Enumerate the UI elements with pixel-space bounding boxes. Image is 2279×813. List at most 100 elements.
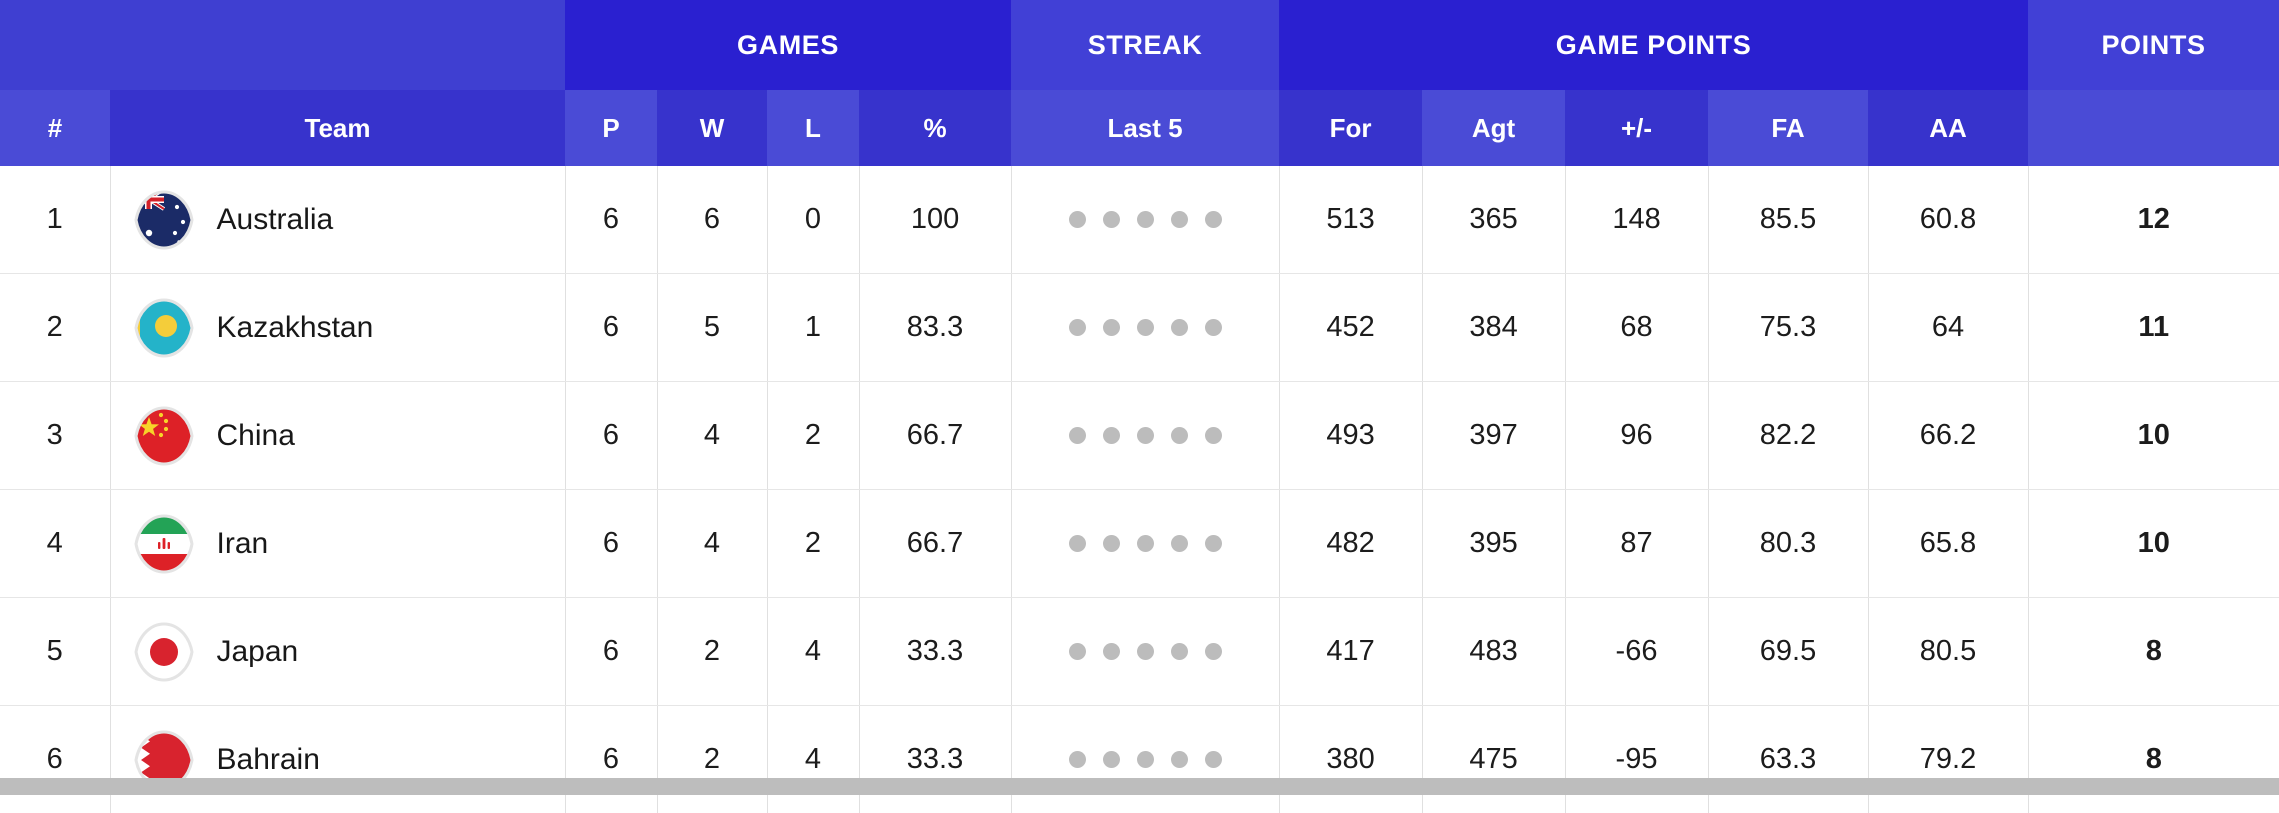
team-name: Australia <box>217 203 334 237</box>
table-row[interactable]: 5 Japan 6 2 4 33.3 417 483 -66 69.5 80.5… <box>0 598 2279 706</box>
streak-dots <box>1012 535 1279 552</box>
cell-points: 12 <box>2028 166 2279 274</box>
cell-aa: 66.2 <box>1868 382 2028 490</box>
table-row[interactable]: 3 China 6 4 2 66.7 493 397 96 82.2 66.2 … <box>0 382 2279 490</box>
streak-dot <box>1205 427 1222 444</box>
streak-dot <box>1137 751 1154 768</box>
flag-japan-icon <box>133 621 195 683</box>
column-header-for[interactable]: For <box>1279 90 1422 166</box>
streak-dot <box>1171 643 1188 660</box>
cell-losses: 2 <box>767 490 859 598</box>
cell-for: 417 <box>1279 598 1422 706</box>
cell-played: 6 <box>565 274 657 382</box>
cell-for: 482 <box>1279 490 1422 598</box>
standings-table: GAMES STREAK GAME POINTS POINTS # Team P… <box>0 0 2279 813</box>
cell-percent: 66.7 <box>859 382 1011 490</box>
streak-dot <box>1137 319 1154 336</box>
column-header-points[interactable] <box>2028 90 2279 166</box>
cell-played: 6 <box>565 382 657 490</box>
column-header-aa[interactable]: AA <box>1868 90 2028 166</box>
cell-plusminus: 87 <box>1565 490 1708 598</box>
streak-dot <box>1171 751 1188 768</box>
standings-table-container: GAMES STREAK GAME POINTS POINTS # Team P… <box>0 0 2279 795</box>
flag-china-icon <box>133 405 195 467</box>
cell-against: 384 <box>1422 274 1565 382</box>
cell-percent: 33.3 <box>859 706 1011 813</box>
cell-fa: 80.3 <box>1708 490 1868 598</box>
column-header-w[interactable]: W <box>657 90 767 166</box>
cell-losses: 4 <box>767 706 859 813</box>
cell-for: 493 <box>1279 382 1422 490</box>
cell-team[interactable]: Bahrain <box>110 706 565 813</box>
cell-plusminus: 68 <box>1565 274 1708 382</box>
cell-last5 <box>1011 598 1279 706</box>
cell-against: 483 <box>1422 598 1565 706</box>
cell-plusminus: 96 <box>1565 382 1708 490</box>
column-header-percent[interactable]: % <box>859 90 1011 166</box>
streak-dot <box>1103 211 1120 228</box>
team-name: Kazakhstan <box>217 311 374 345</box>
streak-dot <box>1137 427 1154 444</box>
cell-team[interactable]: Iran <box>110 490 565 598</box>
cell-rank: 6 <box>0 706 110 813</box>
streak-dot <box>1171 427 1188 444</box>
streak-dot <box>1137 211 1154 228</box>
cell-plusminus: 148 <box>1565 166 1708 274</box>
cell-against: 475 <box>1422 706 1565 813</box>
cell-team[interactable]: Kazakhstan <box>110 274 565 382</box>
cell-losses: 4 <box>767 598 859 706</box>
streak-dot <box>1205 319 1222 336</box>
team-name: Bahrain <box>217 743 320 777</box>
cell-played: 6 <box>565 598 657 706</box>
cell-team[interactable]: China <box>110 382 565 490</box>
cell-for: 513 <box>1279 166 1422 274</box>
cell-fa: 75.3 <box>1708 274 1868 382</box>
team-name: Japan <box>217 635 299 669</box>
cell-wins: 6 <box>657 166 767 274</box>
column-header-agt[interactable]: Agt <box>1422 90 1565 166</box>
column-header-team[interactable]: Team <box>110 90 565 166</box>
streak-dots <box>1012 319 1279 336</box>
column-header-rank[interactable]: # <box>0 90 110 166</box>
streak-dot <box>1069 211 1086 228</box>
cell-for: 452 <box>1279 274 1422 382</box>
group-header-game-points: GAME POINTS <box>1279 0 2028 90</box>
column-header-l[interactable]: L <box>767 90 859 166</box>
cell-wins: 5 <box>657 274 767 382</box>
cell-played: 6 <box>565 490 657 598</box>
horizontal-scrollbar[interactable] <box>0 778 2279 795</box>
table-row[interactable]: 4 Iran 6 4 2 66.7 482 395 87 80.3 <box>0 490 2279 598</box>
table-row[interactable]: 2 Kazakhstan 6 5 1 83.3 452 384 68 75.3 … <box>0 274 2279 382</box>
cell-played: 6 <box>565 706 657 813</box>
column-header-p[interactable]: P <box>565 90 657 166</box>
cell-points: 10 <box>2028 382 2279 490</box>
cell-last5 <box>1011 274 1279 382</box>
table-row[interactable]: 1 Australia 6 6 0 <box>0 166 2279 274</box>
cell-percent: 66.7 <box>859 490 1011 598</box>
cell-fa: 85.5 <box>1708 166 1868 274</box>
cell-team[interactable]: Australia <box>110 166 565 274</box>
cell-plusminus: -95 <box>1565 706 1708 813</box>
scrollbar-thumb[interactable] <box>0 778 2279 795</box>
column-header-plusminus[interactable]: +/- <box>1565 90 1708 166</box>
streak-dot <box>1205 751 1222 768</box>
flag-australia-icon <box>133 189 195 251</box>
cell-team[interactable]: Japan <box>110 598 565 706</box>
cell-rank: 2 <box>0 274 110 382</box>
cell-played: 6 <box>565 166 657 274</box>
column-header-fa[interactable]: FA <box>1708 90 1868 166</box>
streak-dot <box>1103 535 1120 552</box>
cell-wins: 2 <box>657 706 767 813</box>
cell-points: 11 <box>2028 274 2279 382</box>
cell-aa: 80.5 <box>1868 598 2028 706</box>
streak-dot <box>1069 751 1086 768</box>
cell-points: 10 <box>2028 490 2279 598</box>
streak-dot <box>1069 319 1086 336</box>
cell-points: 8 <box>2028 598 2279 706</box>
table-row[interactable]: 6 Bahrain 6 2 4 33.3 380 475 -95 63.3 79… <box>0 706 2279 813</box>
cell-rank: 5 <box>0 598 110 706</box>
column-header-last5[interactable]: Last 5 <box>1011 90 1279 166</box>
streak-dot <box>1103 319 1120 336</box>
cell-last5 <box>1011 706 1279 813</box>
cell-rank: 4 <box>0 490 110 598</box>
